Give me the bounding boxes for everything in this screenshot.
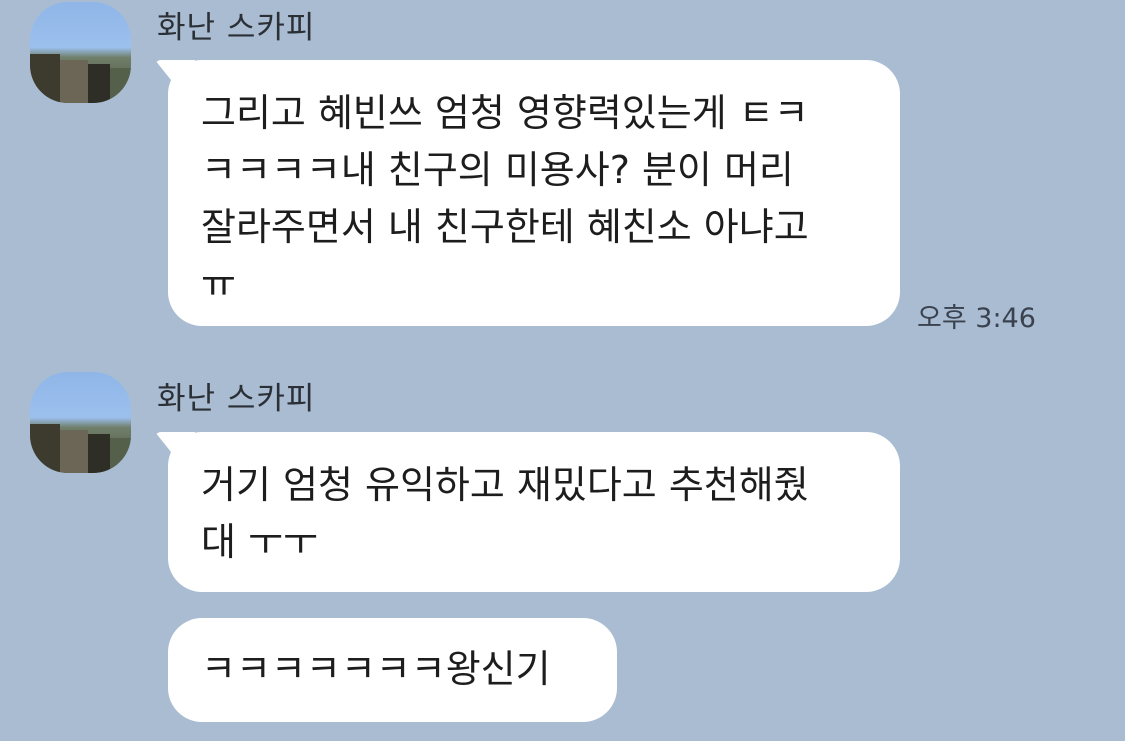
- message-bubble[interactable]: ㅋㅋㅋㅋㅋㅋㅋ왕신기: [168, 618, 617, 722]
- message-line: 거기 엄청 유익하고 재밌다고 추천해줬: [201, 463, 809, 507]
- message-timestamp: 오후 3:46: [917, 303, 1036, 334]
- message-line: ㅋㅋㅋㅋㅋㅋㅋ왕신기: [201, 647, 551, 691]
- message-line: 대 ㅜㅜ: [201, 520, 318, 564]
- message-bubble[interactable]: 거기 엄청 유익하고 재밌다고 추천해줬 대 ㅜㅜ: [168, 432, 900, 592]
- sender-name: 화난 스카피: [157, 10, 316, 46]
- message-line: 잘라주면서 내 친구한테 혜친소 아냐고: [201, 205, 809, 249]
- message-line: ㅋㅋㅋㅋ내 친구의 미용사? 분이 머리: [201, 148, 794, 192]
- message-line: 그리고 혜빈쓰 엄청 영향력있는게 ㅌㅋ: [201, 91, 809, 135]
- avatar[interactable]: [30, 372, 131, 473]
- message-bubble[interactable]: 그리고 혜빈쓰 엄청 영향력있는게 ㅌㅋ ㅋㅋㅋㅋ내 친구의 미용사? 분이 머…: [168, 60, 900, 326]
- message-line: ㅠ: [201, 262, 236, 306]
- sender-name: 화난 스카피: [157, 381, 316, 417]
- avatar[interactable]: [30, 2, 131, 103]
